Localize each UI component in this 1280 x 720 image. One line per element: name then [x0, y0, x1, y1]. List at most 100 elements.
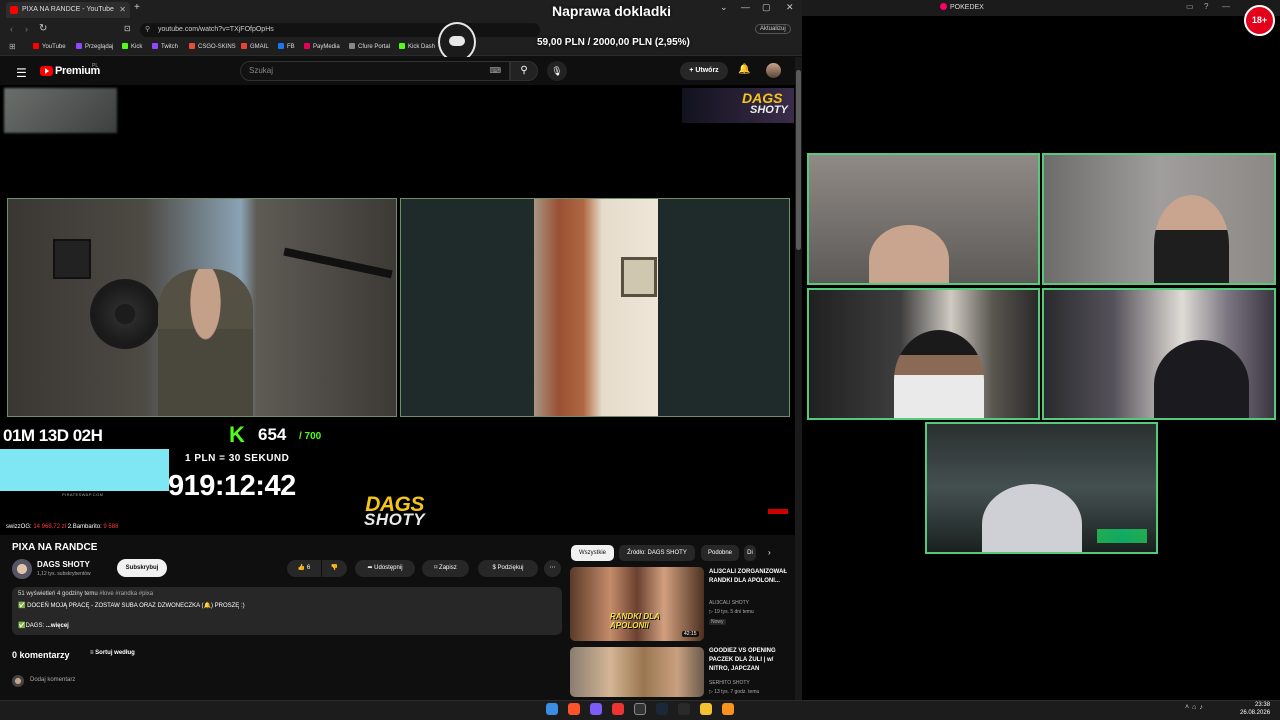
keyboard-rgb [1097, 529, 1147, 543]
bookmark-kick[interactable]: Kick [122, 43, 142, 50]
forward-icon[interactable]: › [25, 24, 28, 34]
apps-icon[interactable]: ⊞ [9, 42, 16, 51]
like-button[interactable]: 👍 6 [287, 560, 321, 577]
ticker-name: 2.Bambarito: [67, 524, 102, 530]
channel-avatar[interactable] [12, 559, 32, 579]
volume-icon[interactable]: ♪ [1199, 704, 1206, 711]
like-count: 6 [306, 565, 311, 571]
hashtags[interactable]: #love #randka #pixa [99, 591, 153, 597]
new-badge: Nowy [709, 619, 726, 625]
sort-button[interactable]: ≡ Sortuj według [90, 650, 135, 656]
thanks-label: Podziękuj [497, 565, 524, 571]
search-input[interactable]: Szukaj ⌨ [240, 61, 510, 81]
bookmark-paymedia[interactable]: PayMedia [304, 43, 340, 50]
youtube-logo-icon[interactable] [40, 66, 53, 76]
chip-source[interactable]: Źródło: DAGS SHOTY [619, 545, 695, 561]
update-button[interactable]: Aktualizuj [755, 24, 791, 34]
live-indicator [768, 509, 788, 514]
minimize-icon[interactable]: — [741, 2, 750, 12]
bookmark-page-icon[interactable]: ⊡ [124, 24, 131, 33]
chip-partial[interactable]: Di [744, 545, 756, 561]
menu-icon[interactable]: ☰ [16, 66, 27, 80]
bookmark-icon [189, 43, 195, 49]
steam-icon[interactable] [656, 703, 668, 715]
create-button[interactable]: + Utwórz [680, 62, 728, 80]
share-button[interactable]: ➦ Udostępnij [355, 560, 415, 577]
bookmark-kick-dash[interactable]: Kick Dash [399, 43, 435, 50]
app-icon[interactable] [590, 703, 602, 715]
terminal-icon[interactable] [634, 703, 646, 715]
donation-goal: 59,00 PLN / 2000,00 PLN (2,95%) [537, 37, 690, 48]
bookmark-fb[interactable]: FB [278, 43, 295, 50]
channel-name[interactable]: DAGS SHOTY [37, 560, 90, 569]
dags-shoty-logo: DAGS SHOTY [364, 494, 425, 528]
related-channel[interactable]: SERHITO SHOTY [709, 679, 750, 687]
bookmark-cfure-portal[interactable]: Cfure Portal [349, 43, 390, 50]
subscribe-button[interactable]: Subskrybuj [117, 559, 167, 577]
pip-icon[interactable]: ▭ [1186, 2, 1194, 11]
avatar[interactable] [766, 63, 781, 78]
close-window-icon[interactable]: ✕ [786, 2, 794, 13]
guest [894, 330, 984, 418]
tab-youtube[interactable]: PIXA NA RANDCE - YouTube ✕ [6, 2, 130, 18]
bell-icon[interactable]: 🔔 [738, 64, 750, 75]
rate-label: 1 PLN = 30 SEKUND [185, 453, 290, 464]
related-title[interactable]: GOODIEZ VS OPENING PACZEK DLA ŻULI | w/ … [709, 647, 789, 674]
app-icon [940, 3, 947, 10]
scrollbar-thumb[interactable] [796, 70, 801, 250]
bookmark-przegladaj[interactable]: Przeglądaj [76, 43, 113, 50]
description-line: ✅DAGS: ...więcej [18, 622, 69, 629]
microphone-icon[interactable]: 🎙 [547, 61, 567, 81]
bookmark-twitch[interactable]: Twitch [152, 43, 178, 50]
dislike-button[interactable]: 👎 [322, 560, 347, 577]
windows-start-icon[interactable] [546, 703, 558, 715]
avatar [12, 675, 24, 687]
chip-all[interactable]: Wszystkie [571, 545, 614, 561]
back-icon[interactable]: ‹ [10, 24, 13, 34]
site-info-icon[interactable]: ⚲ [145, 23, 150, 37]
vlc-icon[interactable] [722, 703, 734, 715]
related-thumbnail[interactable] [570, 647, 704, 697]
search-icon[interactable]: ⚲ [510, 61, 538, 81]
chevron-down-icon[interactable]: ⌄ [720, 2, 728, 13]
bookmark-csgo-skins[interactable]: CSGO-SKINS [189, 43, 236, 50]
clock[interactable]: 23:38 26.08.2026 [1240, 701, 1270, 717]
reload-icon[interactable]: ↻ [39, 23, 47, 34]
help-icon[interactable]: ? [1204, 2, 1208, 11]
views-meta: 51 wyświetleń 4 godziny temu [18, 591, 98, 597]
new-tab-icon[interactable]: + [134, 2, 140, 13]
show-more-link[interactable]: ...więcej [46, 623, 69, 629]
folder-icon[interactable] [700, 703, 712, 715]
save-button[interactable]: ⌑ Zapisz [422, 560, 469, 577]
description-line: ✅ DOCEŃ MOJĄ PRACĘ - ZOSTAW SUBA ORAZ DZ… [18, 603, 245, 609]
bookmark-gmail[interactable]: GMAIL [241, 43, 269, 50]
address-bar[interactable]: ⚲ youtube.com/watch?v=TXjFOfpOpHs [140, 23, 540, 37]
related-channel[interactable]: ALI3CALI SHOTY [709, 599, 749, 607]
tab-close-icon[interactable]: ✕ [119, 2, 126, 18]
bookmark-icon [241, 43, 247, 49]
fan-icon [90, 279, 160, 349]
chevron-right-icon[interactable]: › [768, 548, 771, 557]
ticker-name: swizzOG: [6, 524, 32, 530]
app-icon[interactable] [612, 703, 624, 715]
maximize-icon[interactable]: ▢ [762, 2, 771, 13]
bookmark-icon [122, 43, 128, 49]
related-title[interactable]: ALI3CALI ZORGANIZOWAŁ RANDKI DLA APOLONI… [709, 568, 789, 586]
dags-banner: DAGS SHOTY [682, 88, 794, 123]
system-tray[interactable]: ˄⌂♪ [1185, 704, 1206, 711]
description-prefix: ✅DAGS: [18, 623, 45, 629]
overlay-title: Naprawa dokladki [552, 3, 672, 19]
minimize-icon[interactable]: — [1222, 2, 1230, 11]
related-meta: ▷ 19 tys. 5 dni temu [709, 609, 754, 615]
chip-similar[interactable]: Podobne [701, 545, 739, 561]
comment-input[interactable]: Dodaj komentarz [30, 677, 75, 683]
subathon-timer: 919:12:42 [168, 470, 296, 502]
brave-browser-icon[interactable] [568, 703, 580, 715]
guest [982, 484, 1082, 552]
thanks-button[interactable]: $ Podziękuj [478, 560, 538, 577]
bookmark-youtube[interactable]: YouTube [33, 43, 66, 50]
wall-frame [53, 239, 91, 279]
more-icon[interactable]: ⋯ [544, 560, 561, 577]
keyboard-icon[interactable]: ⌨ [489, 62, 501, 80]
app-icon[interactable] [678, 703, 690, 715]
